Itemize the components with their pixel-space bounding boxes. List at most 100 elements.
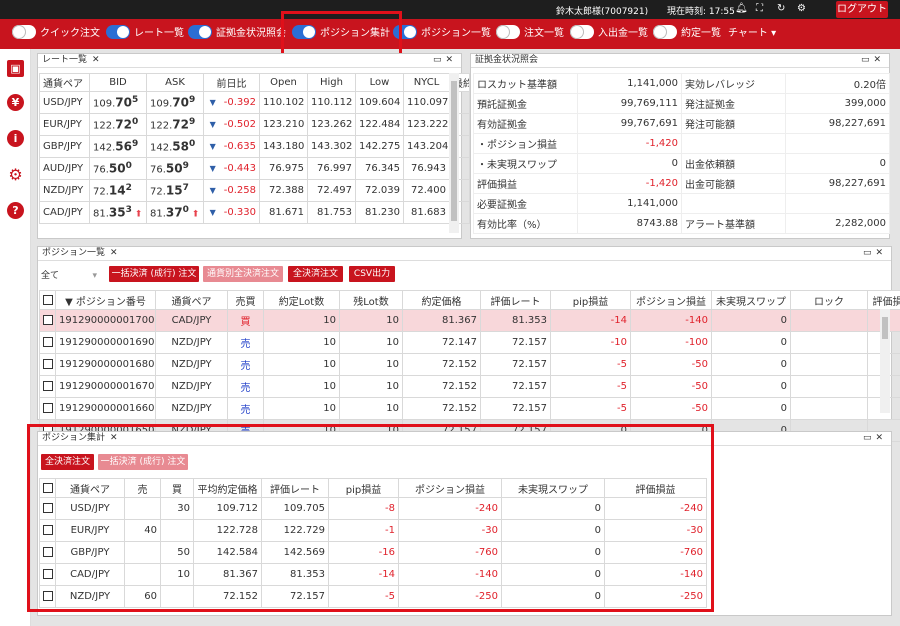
bid-big: 50 (108, 161, 126, 176)
rate-scrollbar[interactable] (449, 73, 459, 233)
ask-cell[interactable]: 142.580 (146, 135, 204, 158)
yen-icon[interactable]: ¥ (7, 94, 24, 111)
column-header[interactable]: ポジション損益 (630, 290, 712, 310)
toggle-icon[interactable] (12, 25, 36, 39)
select-all-checkbox[interactable] (39, 290, 56, 310)
row-checkbox[interactable] (39, 331, 56, 354)
position-scrollbar[interactable] (880, 309, 890, 413)
nav-margin-status[interactable]: 証拠金状況照会 (188, 25, 286, 42)
bid-cell[interactable]: 81.353 ⬆ (89, 201, 147, 224)
column-header[interactable]: High (307, 73, 356, 92)
info-icon[interactable]: i (7, 130, 24, 147)
ask-cell[interactable]: 76.509 (146, 157, 204, 180)
table-row[interactable]: 1912900000016900 NZD/JPY 売 10 10 72.147 72.157… (39, 331, 900, 354)
fullscreen-icon[interactable]: ⛶ (756, 3, 763, 15)
column-header[interactable]: 評価レート (480, 290, 551, 310)
up-arrow-icon: ⬆ (131, 209, 143, 220)
column-header[interactable]: Open (259, 73, 308, 92)
column-header[interactable]: 約定Lot数 (263, 290, 340, 310)
column-header[interactable]: 約定価格 (402, 290, 481, 310)
gear-icon[interactable]: ⚙ (7, 166, 24, 183)
csv-export-button[interactable]: CSV出力 (349, 266, 395, 282)
table-row[interactable]: NZD/JPY 72.142 72.157 ▼ -0.258 72.388 72.497 72… (39, 179, 470, 202)
bid-cell[interactable]: 72.142 (89, 179, 147, 202)
gear-icon[interactable]: ⚙ (797, 3, 806, 15)
save-icon[interactable]: ▣ (7, 60, 24, 77)
currency-close-all-button[interactable]: 通貨別全決済注文 (203, 266, 283, 282)
column-header[interactable]: 前日比 (203, 73, 260, 92)
table-row[interactable]: 1912900000017000 CAD/JPY 買 10 10 81.367 81.353… (39, 309, 900, 332)
bid-cell[interactable]: 109.705 (89, 91, 147, 114)
margin-table: ロスカット基準額 1,141,000 実効レバレッジ 0.20倍 預託証拠金 99,769… (473, 73, 890, 234)
table-row[interactable]: CAD/JPY 81.353 ⬆ 81.370 ⬆ ▼ -0.330 81.671 81.7… (39, 201, 470, 224)
help-icon[interactable]: ? (7, 202, 24, 219)
nav-deposit-list[interactable]: 入出金一覧 (570, 25, 648, 42)
bid-pip: 0 (125, 161, 132, 172)
bid-big: 14 (108, 183, 126, 198)
bid-cell[interactable]: 122.720 (89, 113, 147, 136)
table-row[interactable]: 1912900000016600 NZD/JPY 売 10 10 72.152 72.157… (39, 397, 900, 420)
window-controls[interactable]: ▭✕ (861, 54, 885, 67)
window-controls[interactable]: ▭✕ (433, 54, 457, 67)
column-header[interactable]: ロック (790, 290, 868, 310)
nycl-cell: 143.204 (403, 135, 450, 158)
toggle-icon[interactable] (653, 25, 677, 39)
toggle-icon[interactable] (188, 25, 212, 39)
ask-cell[interactable]: 109.709 (146, 91, 204, 114)
column-header[interactable]: 未実現スワップ (711, 290, 791, 310)
table-row[interactable]: GBP/JPY 142.569 142.580 ▼ -0.635 143.180 143.3… (39, 135, 470, 158)
close-icon[interactable]: ✕ (92, 55, 100, 65)
ask-cell[interactable]: 72.157 (146, 179, 204, 202)
filter-select[interactable]: 全て ▾ (41, 268, 101, 284)
ask-big: 15 (165, 183, 183, 198)
table-row[interactable]: USD/JPY 109.705 109.709 ▼ -0.392 110.102 110.1… (39, 91, 470, 114)
column-header[interactable]: 評価損 (867, 290, 900, 310)
column-header[interactable]: NYCL (403, 73, 450, 92)
rate-cell: 72.157 (480, 397, 551, 420)
row-checkbox[interactable] (39, 397, 56, 420)
column-header[interactable]: 売買 (227, 290, 264, 310)
table-row[interactable]: 1912900000016700 NZD/JPY 売 10 10 72.152 72.157… (39, 375, 900, 398)
column-header[interactable]: 通貨ペア (155, 290, 228, 310)
nav-rate-list[interactable]: レート一覧 (106, 25, 184, 42)
rate-cell: 72.157 (480, 353, 551, 376)
bulk-market-close-button[interactable]: 一括決済 (成行) 注文 (109, 266, 199, 282)
row-checkbox[interactable] (39, 375, 56, 398)
down-arrow-icon: ▼ (209, 164, 216, 173)
bid-main: 109. (93, 98, 116, 110)
toggle-icon[interactable] (570, 25, 594, 39)
column-header[interactable]: ▼ ポジション番号 (55, 290, 156, 310)
up-arrow-icon: ⬆ (188, 209, 200, 220)
pip-cell: -5 (550, 353, 631, 376)
refresh-icon[interactable]: ↻ (777, 3, 785, 15)
row-checkbox[interactable] (39, 353, 56, 376)
row-checkbox[interactable] (39, 309, 56, 332)
close-icon[interactable]: ✕ (110, 248, 118, 258)
table-row[interactable]: EUR/JPY 122.720 122.729 ▼ -0.502 123.210 123.2… (39, 113, 470, 136)
bell-icon[interactable]: 🔔︎ (735, 3, 748, 15)
close-all-button[interactable]: 全決済注文 (288, 266, 343, 282)
down-arrow-icon: ▼ (209, 120, 216, 129)
logout-button[interactable]: ログアウト (836, 1, 888, 18)
column-header[interactable]: BID (89, 73, 147, 92)
ask-cell[interactable]: 122.729 (146, 113, 204, 136)
bid-cell[interactable]: 142.569 (89, 135, 147, 158)
toggle-icon[interactable] (106, 25, 130, 39)
window-controls[interactable]: ▭✕ (863, 432, 887, 445)
ask-cell[interactable]: 81.370 ⬆ (146, 201, 204, 224)
column-header[interactable]: 残Lot数 (339, 290, 403, 310)
column-header[interactable]: 通貨ペア (39, 73, 90, 92)
nav-quick-order[interactable]: クイック注文 (12, 25, 100, 42)
table-row[interactable]: AUD/JPY 76.500 76.509 ▼ -0.443 76.975 76.997 76… (39, 157, 470, 180)
window-controls[interactable]: ▭✕ (863, 247, 887, 260)
nav-position-list[interactable]: ポジション一覧 (393, 25, 491, 42)
column-header[interactable]: Low (355, 73, 404, 92)
table-row[interactable]: 1912900000016800 NZD/JPY 売 10 10 72.152 72.157… (39, 353, 900, 376)
nav-chart[interactable]: チャート ▾ (728, 26, 776, 42)
nav-contract-list[interactable]: 約定一覧 (653, 25, 721, 42)
toggle-icon[interactable] (496, 25, 520, 39)
column-header[interactable]: ASK (146, 73, 204, 92)
column-header[interactable]: pip損益 (550, 290, 631, 310)
nav-order-list[interactable]: 注文一覧 (496, 25, 564, 42)
bid-cell[interactable]: 76.500 (89, 157, 147, 180)
